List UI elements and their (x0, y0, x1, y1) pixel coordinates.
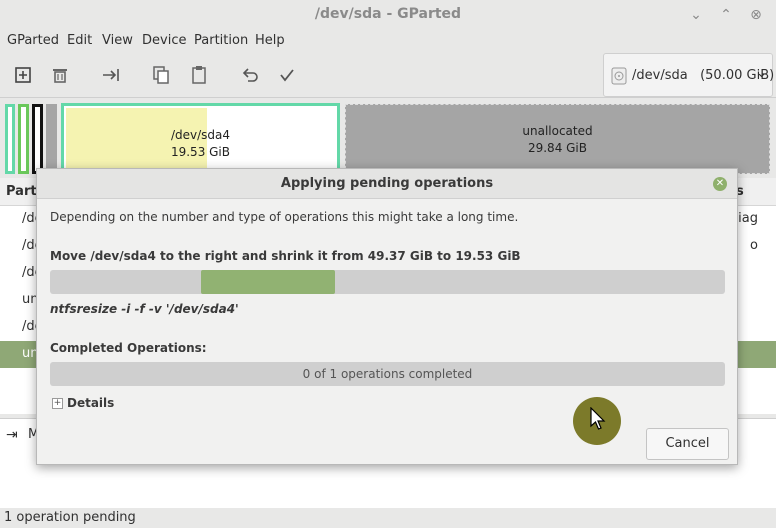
partition-block[interactable] (18, 104, 29, 174)
menu-edit[interactable]: Edit (67, 33, 92, 48)
disk-icon (610, 67, 628, 85)
details-label[interactable]: Details (67, 396, 114, 410)
resize-move-icon: ⇥ (6, 427, 18, 443)
menu-gparted[interactable]: GParted (7, 33, 59, 48)
unallocated-size: 29.84 GiB (527, 141, 588, 155)
new-partition-icon[interactable] (12, 64, 34, 86)
menu-bar: GParted Edit View Device Partition Help (0, 30, 776, 52)
mouse-pointer-icon (590, 407, 606, 430)
dialog-title: Applying pending operations (280, 176, 494, 191)
menu-partition[interactable]: Partition (194, 33, 248, 48)
status-text: 1 operation pending (4, 510, 136, 525)
partition-sda4-label: /dev/sda4 19.53 GiB (64, 127, 337, 161)
menu-view[interactable]: View (102, 33, 133, 48)
partition-block[interactable] (46, 104, 57, 174)
maximize-icon[interactable]: ⌃ (716, 5, 736, 25)
window-title: /dev/sda - GParted (314, 6, 462, 22)
current-operation-label: Move /dev/sda4 to the right and shrink i… (50, 249, 521, 263)
unallocated-name: unallocated (522, 124, 593, 138)
undo-icon[interactable] (239, 64, 261, 86)
partition-sda4-size: 19.53 GiB (170, 145, 231, 159)
row-flags: iag (738, 211, 758, 226)
resize-move-icon[interactable] (100, 64, 122, 86)
device-selector[interactable]: /dev/sda (50.00 GiB) ⌄ (603, 53, 775, 97)
delete-icon[interactable] (49, 64, 71, 86)
expand-plus-icon[interactable]: + (52, 398, 63, 409)
paste-icon[interactable] (188, 64, 210, 86)
title-bar: /dev/sda - GParted ⌄ ⌃ ⊗ (0, 0, 776, 30)
cursor-highlight (573, 397, 621, 445)
menu-help[interactable]: Help (255, 33, 285, 48)
unallocated-block[interactable]: unallocated 29.84 GiB (345, 104, 770, 174)
completed-progress-text: 0 of 1 operations completed (302, 367, 473, 381)
copy-icon[interactable] (150, 64, 172, 86)
apply-operations-dialog: Applying pending operations ✕ Depending … (36, 168, 738, 465)
partition-map: /dev/sda4 19.53 GiB unallocated 29.84 Gi… (0, 100, 776, 178)
close-icon[interactable]: ⊗ (746, 5, 766, 25)
device-label: /dev/sda (50.00 GiB) (632, 68, 775, 83)
status-bar: 1 operation pending (0, 508, 776, 528)
operation-progress-bar (50, 270, 725, 294)
partition-block[interactable] (5, 104, 15, 174)
chevron-down-icon: ⌄ (756, 66, 767, 81)
operation-progress-fill (201, 270, 335, 294)
apply-icon[interactable] (276, 64, 298, 86)
partition-sda4-block[interactable]: /dev/sda4 19.53 GiB (61, 103, 340, 175)
partition-block[interactable] (32, 104, 43, 174)
cancel-button[interactable]: Cancel (646, 428, 729, 460)
partition-sda4-name: /dev/sda4 (170, 128, 231, 142)
dialog-title-bar: Applying pending operations ✕ (37, 169, 737, 199)
dialog-close-icon[interactable]: ✕ (713, 177, 727, 191)
completed-operations-label: Completed Operations: (50, 341, 207, 355)
minimize-icon[interactable]: ⌄ (686, 5, 706, 25)
dialog-description: Depending on the number and type of oper… (50, 210, 519, 224)
unallocated-label: unallocated 29.84 GiB (346, 123, 769, 157)
current-command-text: ntfsresize -i -f -v '/dev/sda4' (50, 302, 239, 316)
completed-progress-bar: 0 of 1 operations completed (50, 362, 725, 386)
menu-device[interactable]: Device (142, 33, 186, 48)
row-flags: o (750, 238, 758, 253)
